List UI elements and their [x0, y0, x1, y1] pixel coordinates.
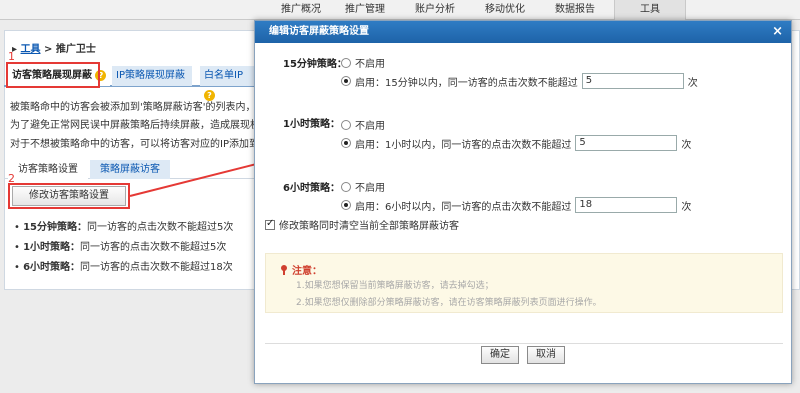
radio-label: 不启用 [355, 59, 385, 70]
unit-label: 次 [681, 201, 692, 213]
policy-15min-input[interactable]: 5 [581, 73, 684, 89]
radio-label: 启用：15分钟以内，同一访客的点击次数不能超过 [355, 77, 578, 89]
radio-icon[interactable] [341, 76, 351, 86]
pin-icon [280, 264, 288, 275]
divider [265, 343, 783, 344]
checkbox-label: 修改策略同时清空当前全部策略屏蔽访客 [279, 221, 459, 232]
close-icon[interactable]: × [772, 21, 783, 43]
policy-1hour-input[interactable]: 5 [575, 135, 678, 151]
checkbox-icon[interactable] [265, 218, 275, 230]
radio-label: 启用：6小时以内，同一访客的点击次数不能超过 [355, 201, 572, 213]
policy-6hour-disable[interactable]: 不启用 [341, 179, 385, 194]
radio-label: 启用：1小时以内，同一访客的点击次数不能超过 [355, 139, 572, 151]
radio-label: 不启用 [355, 121, 385, 132]
policy-6hour-enable[interactable]: 启用：6小时以内，同一访客的点击次数不能超过 18 次 [341, 197, 691, 213]
radio-icon[interactable] [341, 57, 351, 68]
radio-icon[interactable] [341, 138, 351, 148]
radio-icon[interactable] [341, 181, 351, 192]
unit-label: 次 [687, 77, 698, 89]
notice-title-text: 注意： [292, 266, 322, 277]
unit-label: 次 [681, 139, 692, 151]
radio-icon[interactable] [341, 200, 351, 210]
policy-1hour-enable[interactable]: 启用：1小时以内，同一访客的点击次数不能超过 5 次 [341, 135, 691, 151]
policy-1hour-label: 1小时策略： [283, 119, 340, 130]
dialog-title: 编辑访客屏蔽策略设置 [269, 26, 369, 37]
policy-6hour-label: 6小时策略： [283, 183, 340, 194]
radio-icon[interactable] [341, 119, 351, 130]
policy-15min-label: 15分钟策略： [283, 59, 347, 70]
notice-line: 2.如果您想仅删除部分策略屏蔽访客，请在访客策略屏蔽列表页面进行操作。 [296, 298, 602, 308]
policy-15min-disable[interactable]: 不启用 [341, 55, 385, 70]
cancel-button[interactable]: 取消 [527, 346, 565, 364]
ok-button[interactable]: 确定 [481, 346, 519, 364]
notice-title: 注意： [280, 262, 322, 277]
dialog-title-bar: 编辑访客屏蔽策略设置 × [255, 21, 791, 43]
radio-label: 不启用 [355, 183, 385, 194]
notice-box: 注意： 1.如果您想保留当前策略屏蔽访客，请去掉勾选； 2.如果您想仅删除部分策… [265, 253, 783, 313]
policy-6hour-input[interactable]: 18 [575, 197, 678, 213]
clear-visitors-checkbox-row[interactable]: 修改策略同时清空当前全部策略屏蔽访客 [265, 217, 459, 232]
edit-strategy-dialog: 编辑访客屏蔽策略设置 × 15分钟策略： 不启用 启用：15分钟以内，同一访客的… [254, 20, 792, 384]
policy-15min-enable[interactable]: 启用：15分钟以内，同一访客的点击次数不能超过 5 次 [341, 73, 698, 89]
policy-1hour-disable[interactable]: 不启用 [341, 117, 385, 132]
notice-line: 1.如果您想保留当前策略屏蔽访客，请去掉勾选； [296, 281, 494, 291]
